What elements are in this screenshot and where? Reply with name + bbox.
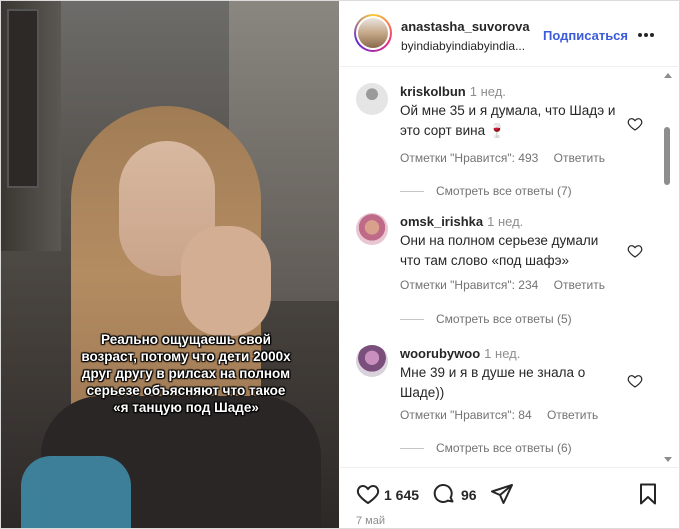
view-replies-label: Смотреть все ответы (6) [436,441,572,455]
caption-line: серьезе объясняют что такое [86,383,286,398]
comment-text: Мне 39 и я в душе не знала о Шаде)) [400,365,586,400]
comments-list: kriskolbun 1 нед. Ой мне 35 и я думала, ч… [340,67,678,465]
replies-divider [400,319,424,321]
comment-count[interactable]: 96 [461,487,477,503]
heart-outline-icon[interactable] [627,373,643,389]
view-replies-label: Смотреть все ответы (7) [436,184,572,198]
comment-text: Ой мне 35 и я думала, что Шадэ и это сор… [400,103,616,138]
like-heart-icon[interactable] [356,482,380,506]
more-horizontal-icon[interactable] [637,27,655,43]
comment-body: omsk_irishka 1 нед. Они на полном серьезе… [400,213,620,271]
commenter-username[interactable]: woorubywoo [400,346,480,361]
comment-meta: Отметки "Нравится": 493 Ответить [400,151,605,165]
commenter-avatar[interactable] [356,213,388,245]
comment-time: 1 нед. [487,214,524,229]
bookmark-save-icon[interactable] [636,482,660,506]
post-side-panel: anastasha_suvorova byindiabyindiabyindia… [340,1,678,528]
heart-outline-icon[interactable] [627,243,643,259]
reply-button[interactable]: Ответить [554,151,605,165]
post-header: anastasha_suvorova byindiabyindiabyindia… [340,1,678,67]
caption-line: Реально ощущаешь свой [101,332,271,347]
replies-divider [400,448,424,450]
video-caption: Реально ощущаешь свой возраст, потому чт… [61,331,311,416]
share-send-icon[interactable] [490,482,514,506]
reply-button[interactable]: Ответить [554,278,605,292]
comment-meta: Отметки "Нравится": 84 Ответить [400,408,598,422]
like-count[interactable]: 1 645 [384,487,419,503]
heart-outline-icon[interactable] [627,116,643,132]
view-replies-button[interactable]: Смотреть все ответы (5) [400,312,572,326]
author-username[interactable]: anastasha_suvorova [401,19,530,34]
avatar-ring-inner [356,16,390,50]
post-media[interactable]: Реально ощущаешь свой возраст, потому чт… [1,1,339,528]
comment-time: 1 нед. [484,346,521,361]
comment-likes[interactable]: Отметки "Нравится": 234 [400,278,538,292]
comment-body: woorubywoo 1 нед. Мне 39 и я в душе не зн… [400,345,620,403]
person-hand [181,226,271,336]
view-replies-button[interactable]: Смотреть все ответы (7) [400,184,572,198]
shirt-print [21,456,131,528]
comment-likes[interactable]: Отметки "Нравится": 84 [400,408,532,422]
commenter-username[interactable]: omsk_irishka [400,214,483,229]
comment-likes[interactable]: Отметки "Нравится": 493 [400,151,538,165]
comment-meta: Отметки "Нравится": 234 Ответить [400,278,605,292]
comment-time: 1 нед. [469,84,506,99]
follow-button[interactable]: Подписаться [543,28,628,43]
post-date[interactable]: 7 май [356,515,385,527]
view-replies-button[interactable]: Смотреть все ответы (6) [400,441,572,455]
avatar-image [358,18,388,48]
author-avatar[interactable] [354,14,392,52]
comment-text: Они на полном серьезе думали что там сло… [400,233,599,268]
replies-divider [400,191,424,193]
view-replies-label: Смотреть все ответы (5) [436,312,572,326]
caption-line: возраст, потому что дети 2000х [81,349,291,364]
comment-bubble-icon[interactable] [432,482,456,506]
author-subtitle[interactable]: byindiabyindiabyindia... [401,39,551,53]
wall-picture [7,9,39,188]
commenter-username[interactable]: kriskolbun [400,84,466,99]
reply-button[interactable]: Ответить [547,408,598,422]
caption-line: друг другу в рилсах на полном [81,366,291,381]
comment-body: kriskolbun 1 нед. Ой мне 35 и я думала, ч… [400,83,620,141]
caption-line: «я танцую под Шаде» [113,400,259,415]
commenter-avatar[interactable] [356,345,388,377]
post-actions-bar: 1 645 96 7 май [340,467,678,529]
commenter-avatar[interactable] [356,83,388,115]
